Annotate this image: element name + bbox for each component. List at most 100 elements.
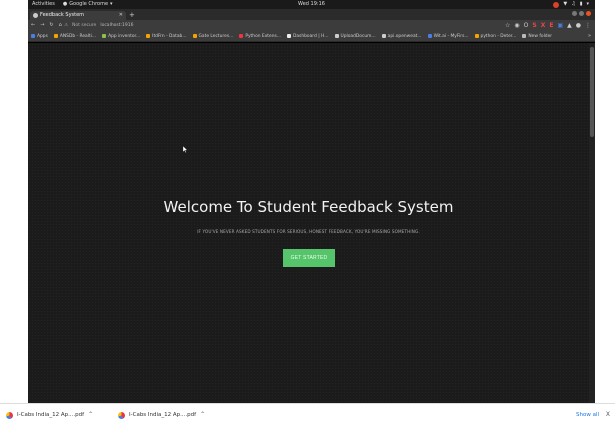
bookmark-item[interactable]: Gate Lectures... [192, 31, 234, 41]
battery-icon: ▮ [579, 1, 583, 7]
forward-button[interactable]: → [40, 20, 44, 31]
page-title: Welcome To Student Feedback System [163, 198, 454, 216]
page-subtitle: IF YOU'VE NEVER ASKED STUDENTS FOR SERIO… [197, 229, 420, 234]
bookmark-favicon-icon [381, 34, 386, 38]
bookmark-label: Wit.ai - MyFirs... [433, 33, 469, 39]
home-button[interactable]: ⌂ [59, 20, 62, 31]
bookmark-label: Gate Lectures... [198, 33, 234, 39]
url-text: localhost:1916 [100, 23, 134, 28]
bookmark-item[interactable]: UploadDocum... [334, 31, 376, 41]
bookmark-favicon-icon [192, 34, 197, 38]
minimize-button[interactable] [572, 11, 577, 16]
chrome-file-icon [118, 411, 125, 419]
bookmark-label: New folder [528, 33, 553, 39]
reload-button[interactable]: ↻ [49, 20, 53, 31]
bookmark-label: Dashboard | H... [292, 33, 329, 39]
bookmark-favicon-icon [102, 34, 107, 38]
bookmark-favicon-icon [53, 34, 58, 38]
close-downloads-button[interactable]: X [606, 404, 610, 425]
extensions-area: ☆ ◉ O S X E ▣ ▲ ● ⋮ [505, 20, 591, 31]
page-scrollbar[interactable] [589, 43, 595, 403]
extension-icon[interactable]: ▣ [557, 20, 563, 31]
page-viewport: Welcome To Student Feedback System IF YO… [28, 43, 589, 403]
bookmark-item[interactable]: Dashboard | H... [286, 31, 329, 41]
browser-tab[interactable]: Feedback System ✕ [30, 11, 126, 20]
new-tab-button[interactable]: + [129, 10, 135, 20]
extension-icon[interactable]: ▲ [567, 20, 572, 31]
bookmark-favicon-icon [427, 34, 432, 38]
bookmark-item[interactable]: python - Deter... [474, 31, 517, 41]
bookmark-item[interactable]: New folder [522, 31, 552, 41]
download-filename: I-Cabs India_12 Ap....pdf [129, 412, 197, 418]
favicon-icon [33, 13, 38, 18]
extension-icon[interactable]: O [524, 20, 529, 31]
menu-kebab-icon[interactable]: ⋮ [585, 20, 591, 31]
download-item[interactable]: I-Cabs India_12 Ap....pdf ⌃ [118, 404, 205, 425]
bookmark-label: Python Extens... [245, 33, 281, 39]
activities-button[interactable]: Activities [32, 0, 55, 9]
bookmark-label: ItdFrn - Datab... [152, 33, 187, 39]
window-close-button[interactable] [586, 11, 591, 16]
tab-title: Feedback System [40, 12, 85, 18]
extension-icon[interactable]: E [549, 20, 553, 31]
bookmark-item[interactable]: Apps [31, 31, 48, 41]
download-filename: I-Cabs India_12 Ap....pdf [17, 412, 85, 418]
downloads-shelf: I-Cabs India_12 Ap....pdf ⌃ I-Cabs India… [0, 403, 615, 425]
bookmark-star-icon[interactable]: ☆ [505, 20, 510, 31]
security-label: Not secure [72, 23, 97, 28]
chevron-down-icon: ▾ [586, 1, 589, 7]
bookmark-favicon-icon [146, 34, 151, 38]
bookmark-favicon-icon [334, 34, 339, 38]
os-top-bar: Activities ● Google Chrome ▾ Wed 19:16 ▼… [28, 0, 595, 9]
profile-avatar[interactable]: ● [576, 20, 581, 31]
wifi-icon: ▼ [563, 1, 568, 7]
clock[interactable]: Wed 19:16 [28, 0, 595, 9]
bookmark-label: python - Deter... [480, 33, 517, 39]
volume-icon: ♫ [571, 1, 576, 7]
bookmark-item[interactable]: api.openweat... [381, 31, 422, 41]
bookmark-label: App inventor... [108, 33, 141, 39]
bookmark-label: api.openweat... [387, 33, 422, 39]
system-tray[interactable]: ▼ ♫ ▮ ▾ [553, 0, 589, 9]
bookmark-favicon-icon [239, 34, 244, 38]
tab-strip: Feedback System ✕ + [28, 9, 595, 20]
bookmark-label: UploadDocum... [340, 33, 376, 39]
scrollbar-thumb[interactable] [590, 47, 594, 137]
chrome-file-icon [6, 411, 13, 419]
bookmark-favicon-icon [31, 34, 35, 38]
app-menu[interactable]: ● Google Chrome ▾ [63, 0, 113, 9]
app-name: Google Chrome [69, 1, 109, 7]
extension-icon[interactable]: ◉ [514, 20, 519, 31]
bookmark-item[interactable]: ItdFrn - Datab... [146, 31, 187, 41]
bookmark-label: ANSDb - Realti... [59, 33, 97, 39]
warning-icon: ⚠ [64, 23, 69, 28]
extension-icon[interactable]: X [541, 20, 546, 31]
close-icon[interactable]: ✕ [119, 11, 123, 20]
bookmark-favicon-icon [474, 34, 479, 38]
back-button[interactable]: ← [31, 20, 35, 31]
address-bar[interactable]: ⚠ Not secure localhost:1916 [64, 22, 494, 29]
bookmark-item[interactable]: ANSDb - Realti... [53, 31, 97, 41]
bookmark-favicon-icon [286, 34, 291, 38]
extension-icon[interactable]: S [532, 20, 536, 31]
mouse-cursor-icon [183, 146, 188, 153]
toolbar: ← → ↻ ⌂ ⚠ Not secure localhost:1916 ☆ ◉ … [28, 20, 595, 31]
notification-icon[interactable] [553, 1, 560, 8]
chevron-up-icon[interactable]: ⌃ [200, 404, 205, 425]
chrome-icon: ● [62, 1, 68, 7]
show-all-button[interactable]: Show all [576, 404, 599, 425]
bookmark-label: Apps [37, 33, 48, 39]
window-controls [572, 11, 591, 16]
chevron-down-icon: ▾ [110, 1, 113, 7]
bookmarks-bar: Apps ANSDb - Realti... App inventor... ItdF… [28, 31, 595, 42]
bookmark-item[interactable]: Wit.ai - MyFirs... [427, 31, 469, 41]
maximize-button[interactable] [579, 11, 584, 16]
download-item[interactable]: I-Cabs India_12 Ap....pdf ⌃ [6, 404, 93, 425]
screen: Activities ● Google Chrome ▾ Wed 19:16 ▼… [28, 0, 595, 403]
chevron-up-icon[interactable]: ⌃ [88, 404, 93, 425]
bookmarks-overflow-button[interactable]: » [588, 31, 591, 41]
bookmark-item[interactable]: App inventor... [102, 31, 140, 41]
bookmark-item[interactable]: Python Extens... [239, 31, 281, 41]
folder-icon [522, 34, 527, 38]
get-started-button[interactable]: GET STARTED [283, 249, 335, 267]
